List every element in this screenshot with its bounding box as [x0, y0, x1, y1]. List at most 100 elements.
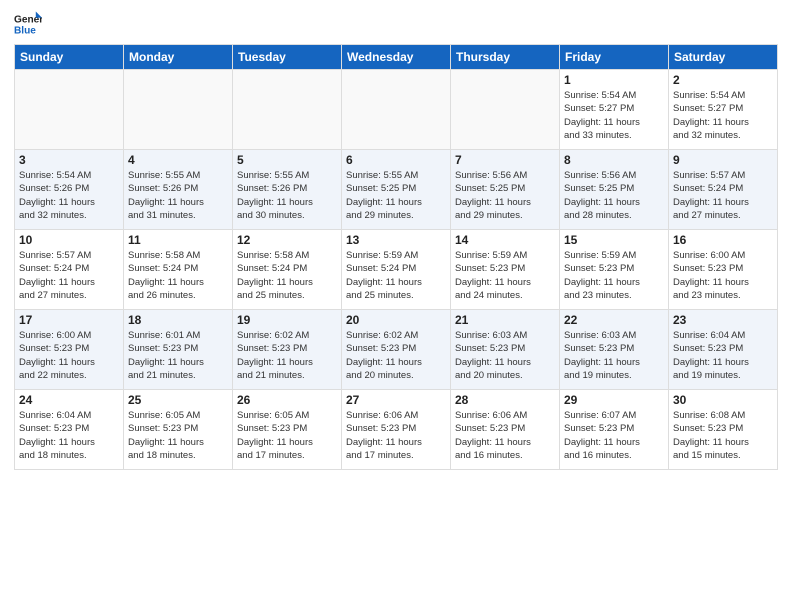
- calendar-header-monday: Monday: [124, 45, 233, 70]
- calendar-cell: 4 Sunrise: 5:55 AM Sunset: 5:26 PM Daylig…: [124, 150, 233, 230]
- calendar-cell: 22 Sunrise: 6:03 AM Sunset: 5:23 PM Dayli…: [560, 310, 669, 390]
- day-number: 20: [346, 313, 446, 327]
- day-number: 18: [128, 313, 228, 327]
- day-number: 25: [128, 393, 228, 407]
- day-number: 6: [346, 153, 446, 167]
- calendar-cell: 13Sunrise: 5:59 AM Sunset: 5:24 PM Dayli…: [342, 230, 451, 310]
- day-number: 11: [128, 233, 228, 247]
- calendar-cell: 21 Sunrise: 6:03 AM Sunset: 5:23 PM Dayli…: [451, 310, 560, 390]
- day-info: Sunrise: 6:05 AM Sunset: 5:23 PM Dayligh…: [237, 409, 337, 462]
- day-info: Sunrise: 5:57 AM Sunset: 5:24 PM Dayligh…: [19, 249, 119, 302]
- calendar-cell: [342, 70, 451, 150]
- day-info: Sunrise: 5:56 AM Sunset: 5:25 PM Dayligh…: [455, 169, 555, 222]
- calendar-cell: 19 Sunrise: 6:02 AM Sunset: 5:23 PM Dayli…: [233, 310, 342, 390]
- day-info: Sunrise: 5:58 AM Sunset: 5:24 PM Dayligh…: [128, 249, 228, 302]
- day-info: Sunrise: 5:55 AM Sunset: 5:25 PM Dayligh…: [346, 169, 446, 222]
- calendar-cell: [451, 70, 560, 150]
- day-info: Sunrise: 6:00 AM Sunset: 5:23 PM Dayligh…: [19, 329, 119, 382]
- calendar-cell: 9Sunrise: 5:57 AM Sunset: 5:24 PM Daylig…: [669, 150, 778, 230]
- calendar-week-row: 1 Sunrise: 5:54 AM Sunset: 5:27 PM Daylig…: [15, 70, 778, 150]
- day-number: 14: [455, 233, 555, 247]
- calendar-cell: 18 Sunrise: 6:01 AM Sunset: 5:23 PM Dayli…: [124, 310, 233, 390]
- calendar-cell: [233, 70, 342, 150]
- calendar-cell: 28Sunrise: 6:06 AM Sunset: 5:23 PM Dayli…: [451, 390, 560, 470]
- calendar-cell: 6 Sunrise: 5:55 AM Sunset: 5:25 PM Daylig…: [342, 150, 451, 230]
- calendar-header-wednesday: Wednesday: [342, 45, 451, 70]
- header: General Blue: [14, 10, 778, 38]
- day-number: 27: [346, 393, 446, 407]
- calendar-cell: 24 Sunrise: 6:04 AM Sunset: 5:23 PM Dayli…: [15, 390, 124, 470]
- calendar-header-saturday: Saturday: [669, 45, 778, 70]
- day-info: Sunrise: 5:55 AM Sunset: 5:26 PM Dayligh…: [128, 169, 228, 222]
- calendar-header-tuesday: Tuesday: [233, 45, 342, 70]
- logo: General Blue: [14, 10, 42, 38]
- calendar-table: SundayMondayTuesdayWednesdayThursdayFrid…: [14, 44, 778, 470]
- calendar-cell: 14 Sunrise: 5:59 AM Sunset: 5:23 PM Dayli…: [451, 230, 560, 310]
- calendar-cell: 26 Sunrise: 6:05 AM Sunset: 5:23 PM Dayli…: [233, 390, 342, 470]
- day-number: 10: [19, 233, 119, 247]
- day-number: 21: [455, 313, 555, 327]
- generalblue-logo-icon: General Blue: [14, 10, 42, 38]
- calendar-cell: 2 Sunrise: 5:54 AM Sunset: 5:27 PM Daylig…: [669, 70, 778, 150]
- day-number: 4: [128, 153, 228, 167]
- svg-text:Blue: Blue: [14, 25, 36, 36]
- day-number: 28: [455, 393, 555, 407]
- day-number: 22: [564, 313, 664, 327]
- calendar-cell: 10 Sunrise: 5:57 AM Sunset: 5:24 PM Dayli…: [15, 230, 124, 310]
- calendar-header-friday: Friday: [560, 45, 669, 70]
- day-number: 13: [346, 233, 446, 247]
- calendar-cell: 12 Sunrise: 5:58 AM Sunset: 5:24 PM Dayli…: [233, 230, 342, 310]
- calendar-cell: 11 Sunrise: 5:58 AM Sunset: 5:24 PM Dayli…: [124, 230, 233, 310]
- day-info: Sunrise: 6:03 AM Sunset: 5:23 PM Dayligh…: [564, 329, 664, 382]
- day-number: 17: [19, 313, 119, 327]
- day-number: 16: [673, 233, 773, 247]
- calendar-cell: [15, 70, 124, 150]
- day-number: 9: [673, 153, 773, 167]
- calendar-cell: 27 Sunrise: 6:06 AM Sunset: 5:23 PM Dayli…: [342, 390, 451, 470]
- day-number: 12: [237, 233, 337, 247]
- calendar-cell: 20 Sunrise: 6:02 AM Sunset: 5:23 PM Dayli…: [342, 310, 451, 390]
- calendar-cell: 23 Sunrise: 6:04 AM Sunset: 5:23 PM Dayli…: [669, 310, 778, 390]
- day-number: 15: [564, 233, 664, 247]
- page: General Blue SundayMondayTuesdayWednesda…: [0, 0, 792, 612]
- day-info: Sunrise: 6:02 AM Sunset: 5:23 PM Dayligh…: [346, 329, 446, 382]
- day-info: Sunrise: 5:55 AM Sunset: 5:26 PM Dayligh…: [237, 169, 337, 222]
- calendar-cell: 16 Sunrise: 6:00 AM Sunset: 5:23 PM Dayli…: [669, 230, 778, 310]
- calendar-cell: 7 Sunrise: 5:56 AM Sunset: 5:25 PM Daylig…: [451, 150, 560, 230]
- calendar-cell: [124, 70, 233, 150]
- day-number: 24: [19, 393, 119, 407]
- day-info: Sunrise: 5:58 AM Sunset: 5:24 PM Dayligh…: [237, 249, 337, 302]
- calendar-header-thursday: Thursday: [451, 45, 560, 70]
- day-number: 2: [673, 73, 773, 87]
- day-info: Sunrise: 6:05 AM Sunset: 5:23 PM Dayligh…: [128, 409, 228, 462]
- calendar-week-row: 10 Sunrise: 5:57 AM Sunset: 5:24 PM Dayli…: [15, 230, 778, 310]
- day-info: Sunrise: 6:03 AM Sunset: 5:23 PM Dayligh…: [455, 329, 555, 382]
- day-number: 7: [455, 153, 555, 167]
- day-info: Sunrise: 5:54 AM Sunset: 5:26 PM Dayligh…: [19, 169, 119, 222]
- calendar-week-row: 17 Sunrise: 6:00 AM Sunset: 5:23 PM Dayli…: [15, 310, 778, 390]
- day-number: 26: [237, 393, 337, 407]
- day-info: Sunrise: 6:02 AM Sunset: 5:23 PM Dayligh…: [237, 329, 337, 382]
- calendar-cell: 29Sunrise: 6:07 AM Sunset: 5:23 PM Dayli…: [560, 390, 669, 470]
- calendar-cell: 5 Sunrise: 5:55 AM Sunset: 5:26 PM Daylig…: [233, 150, 342, 230]
- day-number: 19: [237, 313, 337, 327]
- day-info: Sunrise: 5:56 AM Sunset: 5:25 PM Dayligh…: [564, 169, 664, 222]
- day-number: 23: [673, 313, 773, 327]
- day-info: Sunrise: 6:01 AM Sunset: 5:23 PM Dayligh…: [128, 329, 228, 382]
- calendar-cell: 1Sunrise: 5:54 AM Sunset: 5:27 PM Daylig…: [560, 70, 669, 150]
- day-number: 3: [19, 153, 119, 167]
- calendar-week-row: 24 Sunrise: 6:04 AM Sunset: 5:23 PM Dayli…: [15, 390, 778, 470]
- day-info: Sunrise: 6:00 AM Sunset: 5:23 PM Dayligh…: [673, 249, 773, 302]
- day-number: 1: [564, 73, 664, 87]
- day-info: Sunrise: 6:04 AM Sunset: 5:23 PM Dayligh…: [19, 409, 119, 462]
- calendar-cell: 17 Sunrise: 6:00 AM Sunset: 5:23 PM Dayli…: [15, 310, 124, 390]
- day-info: Sunrise: 6:06 AM Sunset: 5:23 PM Dayligh…: [346, 409, 446, 462]
- calendar-header-row: SundayMondayTuesdayWednesdayThursdayFrid…: [15, 45, 778, 70]
- day-info: Sunrise: 5:59 AM Sunset: 5:23 PM Dayligh…: [455, 249, 555, 302]
- day-info: Sunrise: 5:59 AM Sunset: 5:23 PM Dayligh…: [564, 249, 664, 302]
- calendar-cell: 25 Sunrise: 6:05 AM Sunset: 5:23 PM Dayli…: [124, 390, 233, 470]
- day-info: Sunrise: 5:54 AM Sunset: 5:27 PM Dayligh…: [673, 89, 773, 142]
- day-info: Sunrise: 6:04 AM Sunset: 5:23 PM Dayligh…: [673, 329, 773, 382]
- calendar-cell: 8Sunrise: 5:56 AM Sunset: 5:25 PM Daylig…: [560, 150, 669, 230]
- day-number: 5: [237, 153, 337, 167]
